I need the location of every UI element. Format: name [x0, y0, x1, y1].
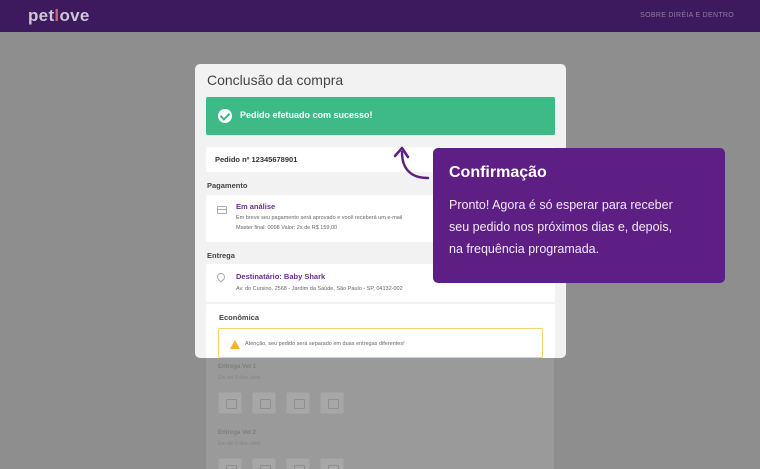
- curved-arrow-icon: [393, 146, 430, 180]
- top-navigation-bar: petlove SOBRE DIRÉIA E DENTRO: [0, 0, 760, 32]
- payment-details: Master final: 0098 Valor: 2x de R$ 159,0…: [236, 225, 338, 231]
- onboarding-tooltip: Confirmação Pronto! Agora é só esperar p…: [433, 148, 725, 283]
- warning-icon: [230, 340, 240, 349]
- background-delivery-2-label: Entrega Vet 2: [218, 430, 257, 436]
- background-product-thumb: [218, 458, 242, 469]
- background-delivery-1-label: Entrega Vet 1: [218, 364, 257, 370]
- background-product-thumb: [218, 392, 242, 414]
- background-product-thumb: [252, 392, 276, 414]
- tooltip-body: Pronto! Agora é só esperar para receber …: [449, 194, 709, 260]
- background-product-thumb: [286, 458, 310, 469]
- background-product-thumb: [320, 458, 344, 469]
- check-circle-icon: [218, 109, 232, 123]
- delivery-section-label: Entrega: [207, 251, 235, 260]
- location-pin-icon: [215, 271, 227, 283]
- background-product-thumb: [252, 458, 276, 469]
- background-product-thumb: [286, 392, 310, 414]
- split-delivery-warning: Atenção, seu pedido será separado em dua…: [218, 328, 543, 358]
- tooltip-line: na frequência programada.: [449, 242, 600, 256]
- brand-logo[interactable]: petlove: [28, 6, 90, 26]
- success-message: Pedido efetuado com sucesso!: [240, 110, 373, 120]
- delivery-address: Av. do Cursino, 2568 - Jardim da Saúde, …: [236, 286, 403, 292]
- warning-message: Atenção, seu pedido será separado em dua…: [245, 341, 405, 347]
- tooltip-title: Confirmação: [449, 164, 547, 181]
- order-number: Pedido nº 12345678901: [215, 155, 298, 164]
- tooltip-line: seu pedido nos próximos dias e, depois,: [449, 220, 673, 234]
- payment-section-label: Pagamento: [207, 181, 248, 190]
- delivery-recipient: Destinatário: Baby Shark: [236, 272, 326, 281]
- background-delivery-2-sub: Em até 5 dias úteis: [218, 441, 261, 447]
- top-nav-link[interactable]: SOBRE DIRÉIA E DENTRO: [640, 12, 734, 19]
- shipping-type-label: Econômica: [219, 313, 260, 322]
- payment-status: Em análise: [236, 202, 276, 211]
- tooltip-line: Pronto! Agora é só esperar para receber: [449, 198, 673, 212]
- payment-description: Em breve seu pagamento será aprovado e v…: [236, 215, 403, 221]
- success-banner: Pedido efetuado com sucesso!: [206, 97, 555, 135]
- credit-card-icon: [217, 206, 227, 214]
- page-title: Conclusão da compra: [207, 72, 344, 88]
- dimmed-background-content: Entrega Vet 1 Em até 5 dias úteis Entreg…: [206, 356, 554, 469]
- background-delivery-1-sub: Em até 5 dias úteis: [218, 375, 261, 381]
- background-product-thumb: [320, 392, 344, 414]
